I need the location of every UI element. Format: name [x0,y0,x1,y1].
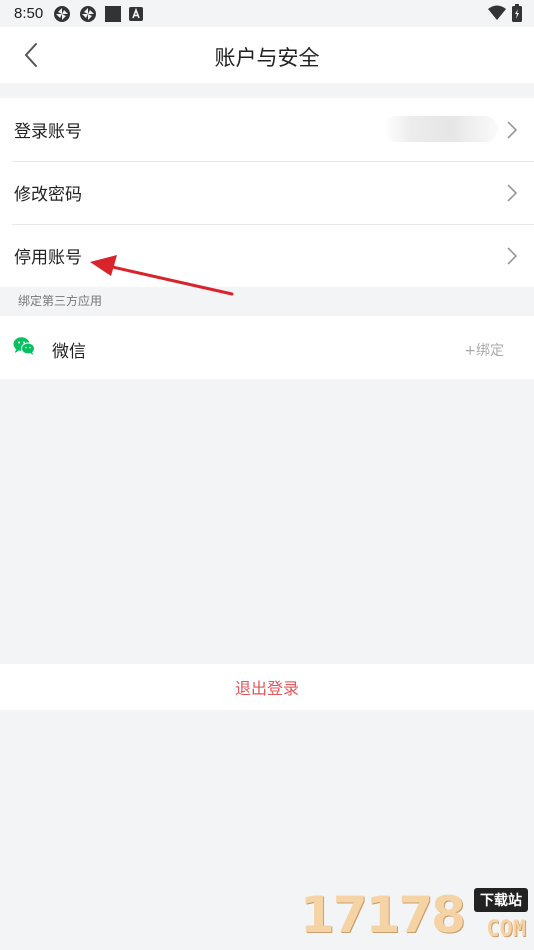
page-title: 账户与安全 [214,46,320,70]
watermark-number: 17178 [300,886,466,944]
change-password-row[interactable]: 修改密码 [0,161,534,224]
deactivate-account-row[interactable]: 停用账号 [0,224,534,287]
account-settings-list: 登录账号 修改密码 停用账号 [0,98,534,287]
login-account-row[interactable]: 登录账号 [0,98,534,161]
wifi-icon [488,5,506,20]
third-party-section-label: 绑定第三方应用 [18,294,103,308]
square-notification-icon [105,5,122,22]
bind-wechat-button[interactable]: +绑定 [464,340,504,360]
chevron-right-icon [507,184,518,202]
app-notification-icon [80,5,97,22]
watermark-domain: COM [486,917,526,942]
watermark-logo: 17178 下载站 COM [300,886,532,948]
wechat-icon [13,337,35,355]
a-notification-icon [129,6,144,21]
blurred-account-value [383,116,498,142]
chevron-right-icon [507,121,518,139]
login-account-label: 登录账号 [14,122,82,142]
battery-icon [512,4,522,22]
change-password-label: 修改密码 [14,185,82,205]
watermark-tag: 下载站 [474,888,528,912]
status-bar: 8:50 [0,0,534,27]
chevron-right-icon [507,247,518,265]
wechat-label: 微信 [52,342,86,362]
page-header: 账户与安全 [0,27,534,83]
deactivate-account-label: 停用账号 [14,248,82,268]
status-time: 8:50 [14,5,44,22]
logout-button[interactable]: 退出登录 [0,664,534,710]
app-notification-icon [54,5,71,22]
